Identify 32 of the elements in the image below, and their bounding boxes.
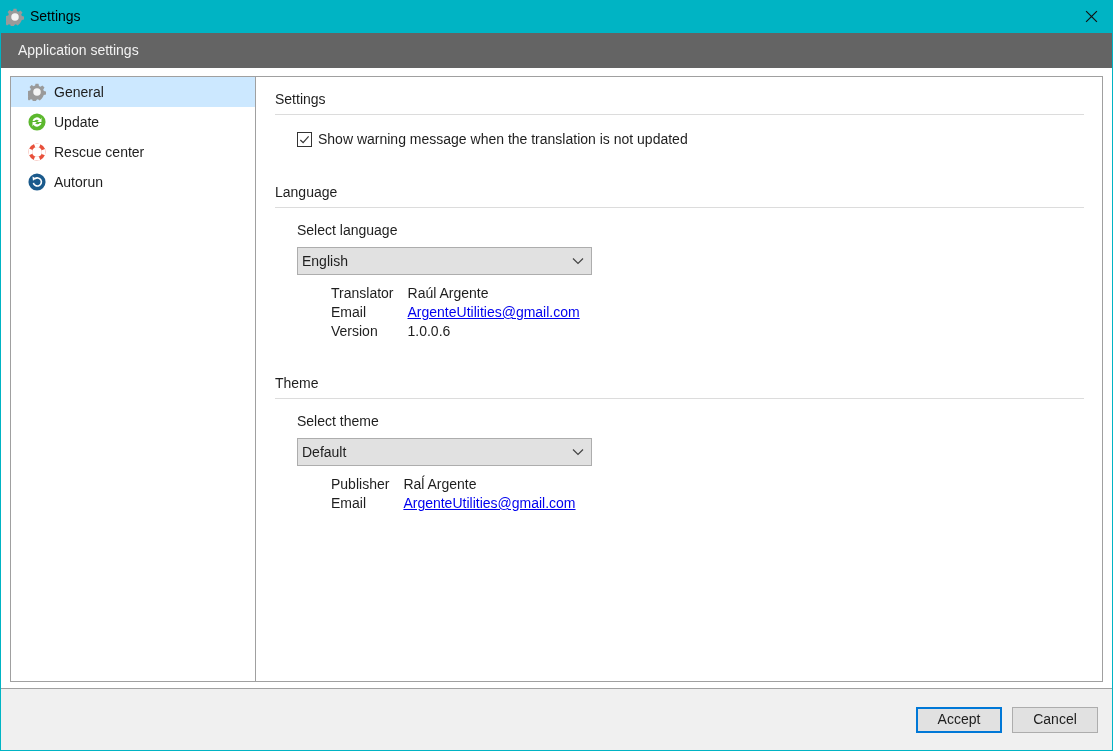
warning-checkbox[interactable]: Show warning message when the translation is not updated (297, 129, 688, 150)
info-value: Raĺ Argente (403, 475, 478, 494)
gear-icon (28, 83, 46, 101)
section-title: Settings (275, 91, 326, 107)
dropdown[interactable]: English (297, 247, 592, 275)
field-label: Select language (297, 221, 398, 240)
header-title: Application settings (18, 41, 139, 60)
chevron-down-icon (572, 448, 584, 456)
dropdown[interactable]: Default (297, 438, 592, 466)
app-gear-icon (6, 7, 24, 26)
dialog-button[interactable]: Accept (916, 706, 1002, 733)
window-title: Settings (30, 7, 81, 26)
info-value: 1.0.0.6 (407, 322, 452, 341)
close-icon (1084, 10, 1098, 23)
info-label: Translator (331, 284, 394, 303)
info-label: Publisher (331, 475, 390, 494)
dialog-button[interactable]: Cancel (1012, 706, 1098, 733)
lifebuoy-icon (28, 143, 46, 161)
info-label: Email (331, 303, 367, 322)
chevron-down-icon (572, 257, 584, 265)
checkmark-icon (299, 134, 310, 145)
info-label: Version (331, 322, 379, 341)
email-link[interactable]: ArgenteUtilities@gmail.com (403, 494, 576, 513)
field-label: Select theme (297, 412, 379, 431)
info-label: Email (331, 494, 367, 513)
info-value: Raúl Argente (407, 284, 490, 303)
section-title: Theme (275, 375, 319, 391)
refresh-icon (28, 113, 46, 131)
email-link[interactable]: ArgenteUtilities@gmail.com (407, 303, 580, 322)
section-title: Language (275, 184, 338, 200)
sidebar-item[interactable]: General (11, 77, 255, 107)
checkbox[interactable] (297, 132, 312, 147)
